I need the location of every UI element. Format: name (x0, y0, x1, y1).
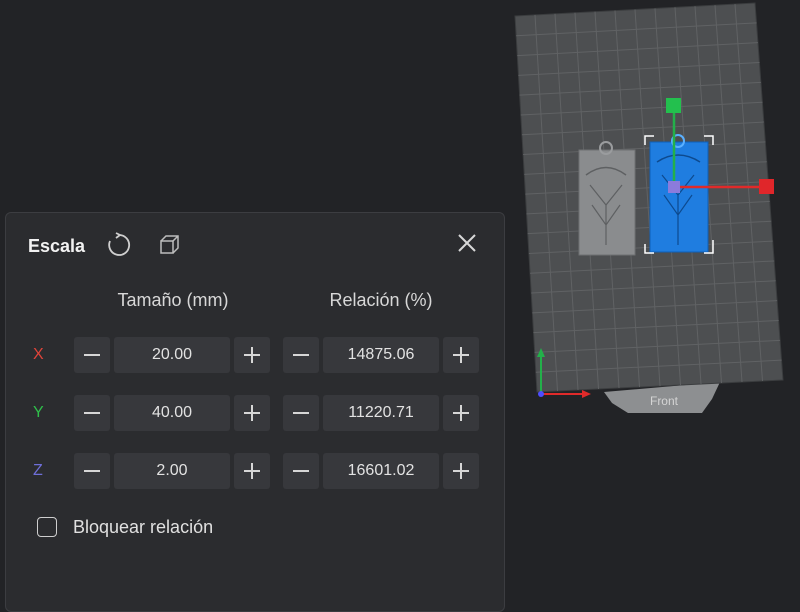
y-ratio-stepper (283, 395, 479, 431)
cube-outline-icon[interactable] (156, 231, 184, 259)
y-axis-handle[interactable] (666, 98, 681, 113)
x-size-input[interactable] (114, 337, 230, 373)
y-size-increment-button[interactable] (234, 395, 270, 431)
z-axis-handle[interactable] (668, 181, 680, 193)
scale-panel: Escala Tamaño (mm) Relación (%) X Y (5, 212, 505, 612)
x-ratio-increment-button[interactable] (443, 337, 479, 373)
y-size-stepper (74, 395, 270, 431)
minus-icon (283, 395, 319, 431)
x-ratio-decrement-button[interactable] (283, 337, 319, 373)
x-axis-row: X (6, 337, 504, 375)
x-axis-handle[interactable] (759, 179, 774, 194)
z-axis-row: Z (6, 453, 504, 491)
x-ratio-stepper (283, 337, 479, 373)
minus-icon (74, 337, 110, 373)
z-ratio-stepper (283, 453, 479, 489)
z-size-increment-button[interactable] (234, 453, 270, 489)
reset-rotate-icon[interactable] (105, 231, 133, 259)
plus-icon (234, 337, 270, 373)
plus-icon (443, 395, 479, 431)
z-ratio-decrement-button[interactable] (283, 453, 319, 489)
ratio-column-header: Relación (%) (329, 290, 433, 310)
minus-icon (283, 453, 319, 489)
y-axis-label: Y (33, 404, 44, 421)
minus-icon (74, 395, 110, 431)
minus-icon (74, 453, 110, 489)
z-ratio-increment-button[interactable] (443, 453, 479, 489)
plus-icon (234, 453, 270, 489)
plus-icon (234, 395, 270, 431)
size-column-header: Tamaño (mm) (117, 290, 229, 310)
plus-icon (443, 453, 479, 489)
y-axis-row: Y (6, 395, 504, 433)
front-label: Front (650, 394, 679, 408)
close-button[interactable] (454, 230, 480, 256)
x-size-stepper (74, 337, 270, 373)
x-ratio-input[interactable] (323, 337, 439, 373)
x-axis-label: X (33, 346, 44, 363)
close-icon (458, 234, 476, 252)
y-ratio-input[interactable] (323, 395, 439, 431)
panel-header: Escala (6, 213, 504, 273)
y-size-decrement-button[interactable] (74, 395, 110, 431)
y-ratio-increment-button[interactable] (443, 395, 479, 431)
minus-icon (283, 337, 319, 373)
build-plate (514, 2, 784, 393)
z-axis-label: Z (33, 462, 43, 479)
plus-icon (443, 337, 479, 373)
z-size-decrement-button[interactable] (74, 453, 110, 489)
lock-ratio-label: Bloquear relación (73, 517, 214, 537)
selected-model[interactable] (644, 134, 714, 254)
z-size-stepper (74, 453, 270, 489)
y-size-input[interactable] (114, 395, 230, 431)
unselected-model[interactable] (578, 141, 636, 256)
panel-title: Escala (28, 236, 86, 256)
z-ratio-input[interactable] (323, 453, 439, 489)
y-ratio-decrement-button[interactable] (283, 395, 319, 431)
x-size-decrement-button[interactable] (74, 337, 110, 373)
lock-ratio-checkbox[interactable] (37, 517, 57, 537)
x-size-increment-button[interactable] (234, 337, 270, 373)
z-size-input[interactable] (114, 453, 230, 489)
